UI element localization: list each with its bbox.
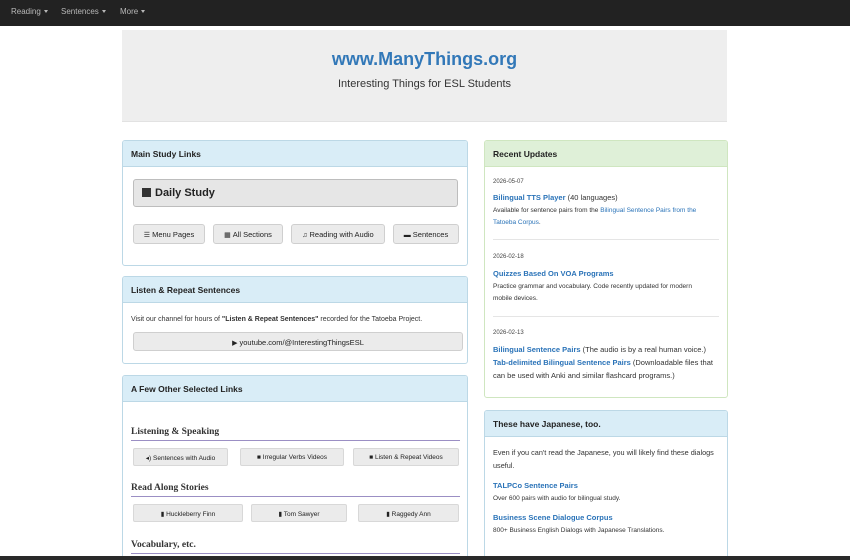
- nav-sentences[interactable]: Sentences: [61, 7, 106, 16]
- section-heading: Listening & Speaking: [131, 427, 220, 437]
- tatoeba-link[interactable]: Tatoeba Corpus: [493, 219, 539, 226]
- calendar-icon: [142, 188, 151, 197]
- other-links-panel: A Few Other Selected Links Listening & S…: [122, 375, 468, 560]
- play-icon: ▶: [232, 340, 238, 347]
- reading-audio-button[interactable]: ♫ Reading with Audio: [291, 224, 385, 244]
- daily-study-button[interactable]: Daily Study: [133, 179, 458, 207]
- talpco-link[interactable]: TALPCo Sentence Pairs: [493, 481, 578, 490]
- video-icon: ■: [257, 453, 261, 461]
- update-divider: [493, 239, 719, 240]
- business-dialogue-link[interactable]: Business Scene Dialogue Corpus: [493, 513, 613, 522]
- comment-icon: ▬: [403, 232, 411, 239]
- book-icon: ▮: [160, 510, 165, 518]
- site-subtitle: Interesting Things for ESL Students: [337, 78, 512, 90]
- bottom-edge-bar: [0, 556, 850, 560]
- listen-repeat-panel: Listen & Repeat Sentences Visit our chan…: [122, 276, 468, 364]
- sentences-button[interactable]: ▬ Sentences: [393, 224, 459, 244]
- all-sections-button[interactable]: ▦ All Sections: [213, 224, 283, 244]
- book-icon: ▮: [278, 510, 283, 518]
- section-heading: Vocabulary, etc.: [131, 540, 196, 550]
- panel-title: Main Study Links: [123, 141, 467, 167]
- nav-more[interactable]: More: [120, 7, 146, 16]
- japanese-panel: These have Japanese, too. Even if you ca…: [484, 410, 728, 560]
- listen-repeat-videos-button[interactable]: ■ Listen & Repeat Videos: [353, 448, 459, 466]
- listen-repeat-text: Visit our channel for hours of "Listen &…: [131, 316, 423, 323]
- update-note: Practice grammar and vocabulary. Code re…: [493, 283, 692, 302]
- list-icon: ☰: [143, 232, 151, 239]
- site-header: www.ManyThings.org Interesting Things fo…: [122, 30, 727, 122]
- main-study-panel: Main Study Links Daily Study ☰ Menu Pages…: [122, 140, 468, 266]
- talpco-desc: Over 600 pairs with audio for bilingual …: [493, 495, 621, 502]
- panel-title: These have Japanese, too.: [485, 411, 727, 437]
- update-note: can be used with Anki and similar flashc…: [493, 371, 675, 380]
- voa-quizzes-link[interactable]: Quizzes Based On VOA Programs: [493, 269, 614, 278]
- panel-title: Recent Updates: [485, 141, 727, 167]
- th-list-icon: ▦: [224, 232, 231, 239]
- panel-title: A Few Other Selected Links: [123, 376, 467, 402]
- caret-down-icon: [141, 10, 146, 13]
- update-date: 2026-02-18: [493, 254, 524, 260]
- book-icon: ▮: [386, 510, 390, 518]
- menu-pages-button[interactable]: ☰ Menu Pages: [133, 224, 205, 244]
- caret-down-icon: [101, 10, 106, 13]
- update-entry: Tab-delimited Bilingual Sentence Pairs (…: [493, 358, 713, 367]
- section-heading: Read Along Stories: [131, 483, 209, 493]
- bilingual-tts-link[interactable]: Bilingual TTS Player: [493, 193, 566, 202]
- business-dialogue-desc: 800+ Business English Dialogs with Japan…: [493, 527, 665, 534]
- update-entry: Bilingual Sentence Pairs (The audio is b…: [493, 345, 707, 354]
- japanese-intro: Even if you can't read the Japanese, you…: [493, 448, 714, 470]
- raggedy-ann-button[interactable]: ▮ Raggedy Ann: [358, 504, 459, 522]
- update-date: 2026-05-07: [493, 179, 524, 185]
- irregular-verbs-button[interactable]: ■ Irregular Verbs Videos: [240, 448, 344, 466]
- update-entry: Bilingual TTS Player (40 languages): [493, 193, 618, 202]
- recent-updates-panel: Recent Updates 2026-05-07 Bilingual TTS …: [484, 140, 728, 398]
- huckleberry-finn-button[interactable]: ▮ Huckleberry Finn: [133, 504, 243, 522]
- tom-sawyer-button[interactable]: ▮ Tom Sawyer: [251, 504, 347, 522]
- tab-delimited-link[interactable]: Tab-delimited Bilingual Sentence Pairs: [493, 358, 631, 367]
- section-divider: [131, 553, 460, 554]
- panel-title: Listen & Repeat Sentences: [123, 277, 467, 303]
- site-title[interactable]: www.ManyThings.org: [122, 49, 727, 70]
- update-date: 2026-02-13: [493, 330, 524, 336]
- volume-icon: ◂): [145, 454, 152, 462]
- sentences-audio-button[interactable]: ◂) Sentences with Audio: [133, 448, 228, 466]
- bilingual-sentence-pairs-link[interactable]: Bilingual Sentence Pairs: [493, 345, 581, 354]
- bilingual-pairs-link[interactable]: Bilingual Sentence Pairs from the: [600, 207, 696, 214]
- section-divider: [131, 440, 460, 441]
- update-divider: [493, 316, 719, 317]
- update-note: Available for sentence pairs from the Bi…: [493, 207, 697, 226]
- youtube-button[interactable]: ▶ youtube.com/@InterestingThingsESL: [133, 332, 463, 351]
- video-icon: ■: [369, 453, 374, 461]
- nav-reading[interactable]: Reading: [11, 7, 48, 16]
- section-divider: [131, 496, 460, 497]
- caret-down-icon: [43, 10, 48, 13]
- headphones-icon: ♫: [302, 232, 308, 239]
- top-navbar: Reading Sentences More: [0, 0, 850, 26]
